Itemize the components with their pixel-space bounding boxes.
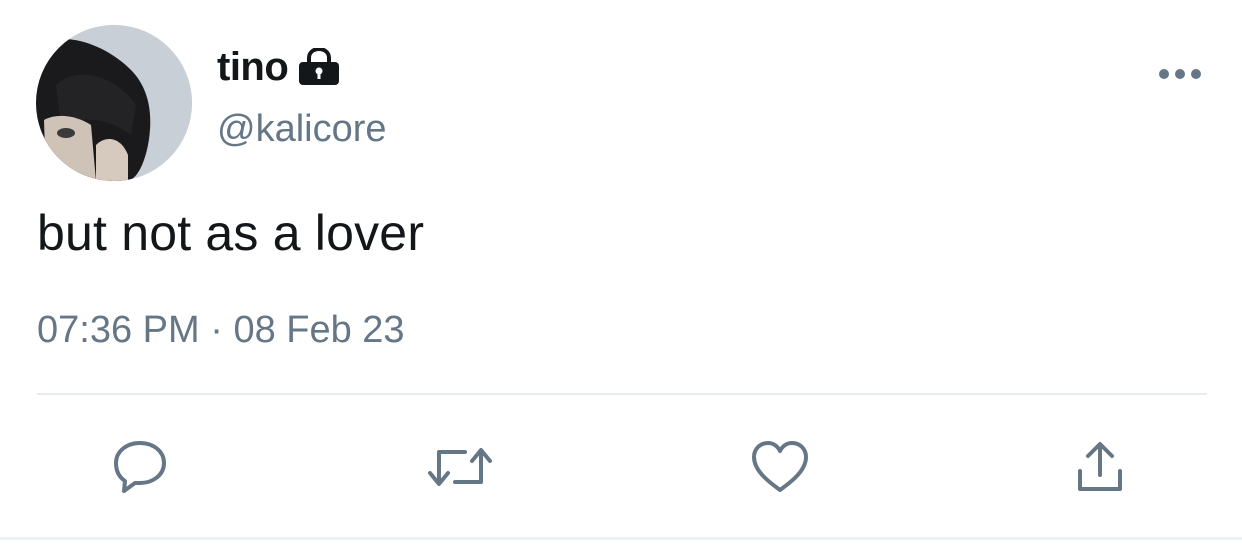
share-button[interactable] [1065,432,1135,502]
retweet-button[interactable] [425,432,495,502]
reply-icon [111,439,169,495]
lock-icon [296,48,342,86]
tweet-time: 07:36 PM [37,309,200,351]
timestamp-separator: · [199,309,234,351]
user-handle[interactable]: @kalicore [217,108,387,151]
tweet-date: 08 Feb 23 [233,309,405,351]
avatar[interactable] [36,25,192,181]
like-button[interactable] [745,432,815,502]
like-icon [750,440,810,494]
reply-button[interactable] [105,432,175,502]
bottom-divider [0,537,1242,540]
display-name-row: tino [217,42,342,92]
tweet-text: but not as a lover [37,205,425,261]
ellipsis-icon[interactable] [1158,62,1202,86]
retweet-icon [425,442,495,492]
profile-photo [36,25,192,181]
display-name[interactable]: tino [217,45,289,90]
tweet-timestamp[interactable]: 07:36 PM · 08 Feb 23 [37,309,405,352]
divider [37,393,1207,395]
share-icon [1072,439,1128,495]
